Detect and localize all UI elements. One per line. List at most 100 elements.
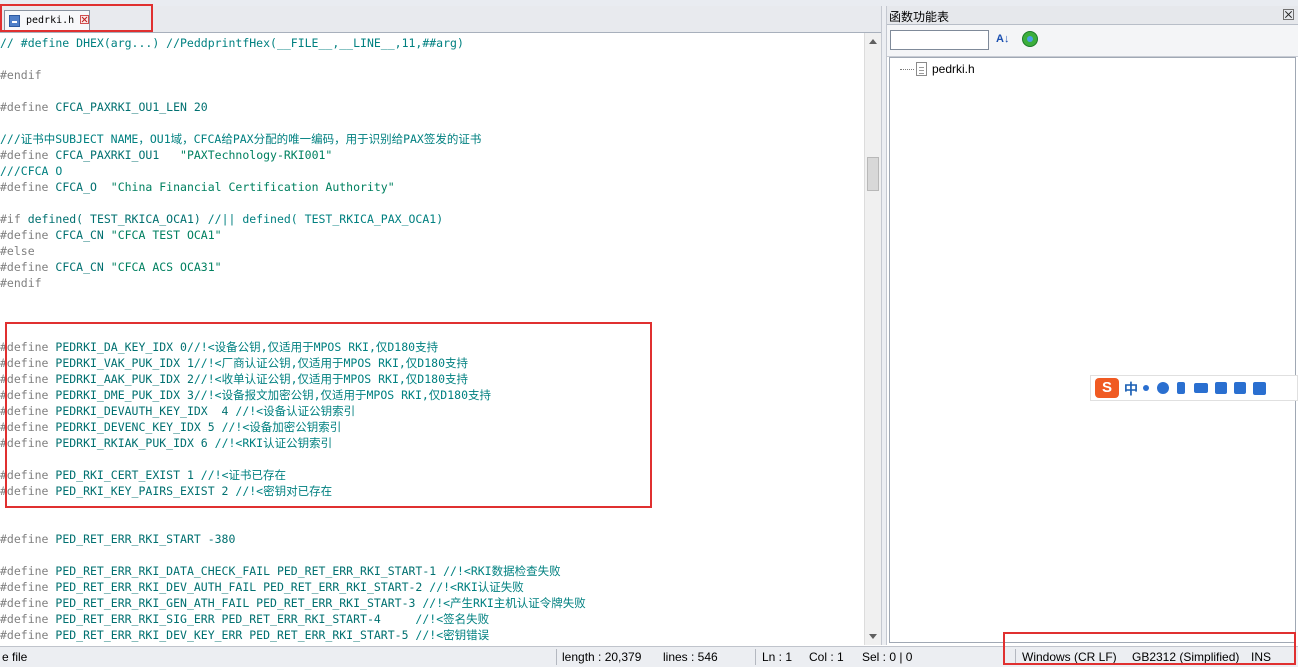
code-token: #define (0, 420, 49, 434)
code-line: #define PEDRKI_DA_KEY_IDX 0//!<设备公钥,仅适用于… (0, 339, 438, 355)
document-tab-bar: pedrki.h (0, 6, 884, 33)
function-list-panel: 函数功能表 A↓ pedrki.h (887, 6, 1298, 645)
emoji-icon[interactable] (1157, 382, 1169, 394)
code-line: #define PEDRKI_DEVAUTH_KEY_IDX 4 //!<设备认… (0, 403, 355, 419)
code-token: #define (0, 612, 49, 626)
code-token: #define (0, 372, 49, 386)
ime-toolbar: S 中 (1090, 375, 1298, 401)
code-token: CFCA_CN (48, 228, 111, 242)
code-token: PED_RET_ERR_RKI_DEV_AUTH_FAIL PED_RET_ER… (48, 580, 430, 594)
status-bar: e file length : 20,379 lines : 546 Ln : … (0, 646, 1298, 667)
function-panel-header: 函数功能表 (887, 6, 1298, 25)
code-line: #else (0, 243, 35, 259)
code-token: //!<RKI数据检查失败 (443, 564, 561, 578)
code-line: #define CFCA_CN "CFCA ACS OCA31" (0, 259, 222, 275)
function-search-input[interactable] (890, 30, 989, 50)
code-line: #define CFCA_PAXRKI_OU1 "PAXTechnology-R… (0, 147, 332, 163)
code-token: //!<密钥对已存在 (235, 484, 333, 498)
status-separator (755, 649, 756, 665)
code-token: //!<收单认证公钥,仅适用于MPOS RKI,仅D180支持 (193, 372, 468, 386)
code-token: CFCA_PAXRKI_OU1 (48, 148, 181, 162)
code-line: #define PEDRKI_VAK_PUK_IDX 1//!<厂商认证公钥,仅… (0, 355, 468, 371)
code-token: ///证书中SUBJECT NAME，OU1域，CFCA给PAX分配的唯一编码，… (0, 132, 482, 146)
code-token: CFCA_PAXRKI_OU1_LEN 20 (48, 100, 208, 114)
vertical-scrollbar[interactable] (864, 33, 882, 645)
code-token: #define (0, 484, 49, 498)
code-line: #define CFCA_CN "CFCA TEST OCA1" (0, 227, 222, 243)
code-token: #if (0, 212, 21, 226)
document-icon (916, 62, 927, 76)
code-token: "CFCA ACS OCA31" (110, 260, 222, 274)
code-token: //|| defined( TEST_RKICA_PAX_OCA1) (207, 212, 444, 226)
code-token: #endif (0, 68, 42, 82)
code-token: #define (0, 580, 49, 594)
code-line: #define CFCA_O "China Financial Certific… (0, 179, 395, 195)
function-panel-toolbar: A↓ (887, 25, 1298, 57)
code-token: "PAXTechnology-RKI001" (180, 148, 333, 162)
sort-az-icon[interactable]: A↓ (996, 33, 1009, 45)
scroll-up-arrow-icon[interactable] (865, 33, 882, 50)
code-token: //!<RKI认证失败 (429, 580, 524, 594)
code-line: #define PED_RET_ERR_RKI_SIG_ERR PED_RET_… (0, 611, 489, 627)
status-ln: Ln : 1 (762, 650, 793, 664)
code-token: PED_RET_ERR_RKI_START -380 (48, 532, 236, 546)
code-line: #define PED_RET_ERR_RKI_DATA_CHECK_FAIL … (0, 563, 561, 579)
code-token: //!<产生RKI主机认证令牌失败 (422, 596, 586, 610)
code-token: "China Financial Certification Authority… (110, 180, 395, 194)
keyboard-icon[interactable] (1194, 383, 1208, 393)
code-token: PED_RET_ERR_RKI_DEV_KEY_ERR PED_RET_ERR_… (48, 628, 416, 642)
code-token: #define (0, 388, 49, 402)
code-editor[interactable]: // #define DHEX(arg...) //PeddprintfHex(… (0, 33, 864, 645)
code-token: //!<密钥错误 (415, 628, 490, 642)
status-col: Col : 1 (809, 650, 844, 664)
code-line: #define PEDRKI_AAK_PUK_IDX 2//!<收单认证公钥,仅… (0, 371, 468, 387)
tree-connector (900, 69, 914, 70)
status-encoding[interactable]: GB2312 (Simplified) (1132, 650, 1239, 664)
tab-pedrki-h[interactable]: pedrki.h (4, 10, 90, 31)
toolbox-grid-icon[interactable] (1253, 382, 1266, 395)
ime-mode-toggle[interactable]: 中 (1124, 379, 1138, 399)
code-token: #define (0, 532, 49, 546)
close-tab-icon[interactable] (80, 15, 89, 24)
code-line: #define CFCA_PAXRKI_OU1_LEN 20 (0, 99, 208, 115)
scroll-down-arrow-icon[interactable] (865, 628, 882, 645)
code-token: #define (0, 468, 49, 482)
code-token: #define (0, 356, 49, 370)
code-token: //!<证书已存在 (200, 468, 286, 482)
close-panel-icon[interactable] (1283, 9, 1294, 20)
sogou-logo-icon[interactable]: S (1095, 378, 1119, 398)
code-token: PEDRKI_DME_PUK_IDX 3 (48, 388, 194, 402)
code-token: #endif (0, 276, 42, 290)
code-token: #define (0, 148, 49, 162)
code-token: //!<RKI认证公钥索引 (214, 436, 333, 450)
microphone-icon[interactable] (1177, 382, 1185, 394)
code-token: PEDRKI_DEVENC_KEY_IDX 5 (48, 420, 222, 434)
code-token: CFCA_CN (48, 260, 111, 274)
code-token: #define (0, 436, 49, 450)
code-line: #define PEDRKI_DME_PUK_IDX 3//!<设备报文加密公钥… (0, 387, 491, 403)
code-line: #define PED_RKI_KEY_PAIRS_EXIST 2 //!<密钥… (0, 483, 332, 499)
code-token: //!<设备认证公钥索引 (235, 404, 356, 418)
code-token: PEDRKI_VAK_PUK_IDX 1 (48, 356, 194, 370)
code-token: #else (0, 244, 35, 258)
skin-icon[interactable] (1234, 382, 1246, 394)
code-token: //!<厂商认证公钥,仅适用于MPOS RKI,仅D180支持 (193, 356, 468, 370)
refresh-icon[interactable] (1022, 31, 1038, 47)
code-line: #define PED_RET_ERR_RKI_DEV_KEY_ERR PED_… (0, 627, 489, 643)
code-line: #define PED_RET_ERR_RKI_GEN_ATH_FAIL PED… (0, 595, 586, 611)
code-line: #define PEDRKI_DEVENC_KEY_IDX 5 //!<设备加密… (0, 419, 341, 435)
status-eol[interactable]: Windows (CR LF) (1022, 650, 1117, 664)
code-token: "CFCA TEST OCA1" (110, 228, 222, 242)
code-token: PEDRKI_RKIAK_PUK_IDX 6 (48, 436, 215, 450)
status-separator (556, 649, 557, 665)
code-token: //!<签名失败 (415, 612, 490, 626)
scrollbar-thumb[interactable] (867, 157, 879, 191)
status-file-type: e file (2, 650, 28, 664)
punctuation-icon[interactable] (1143, 385, 1149, 391)
code-line: #define PED_RKI_CERT_EXIST 1 //!<证书已存在 (0, 467, 286, 483)
code-token: PED_RET_ERR_RKI_GEN_ATH_FAIL PED_RET_ERR… (48, 596, 423, 610)
code-line: #if defined( TEST_RKICA_OCA1) //|| defin… (0, 211, 443, 227)
status-lines: lines : 546 (663, 650, 718, 664)
function-tree: pedrki.h (889, 57, 1296, 643)
user-icon[interactable] (1215, 382, 1227, 394)
